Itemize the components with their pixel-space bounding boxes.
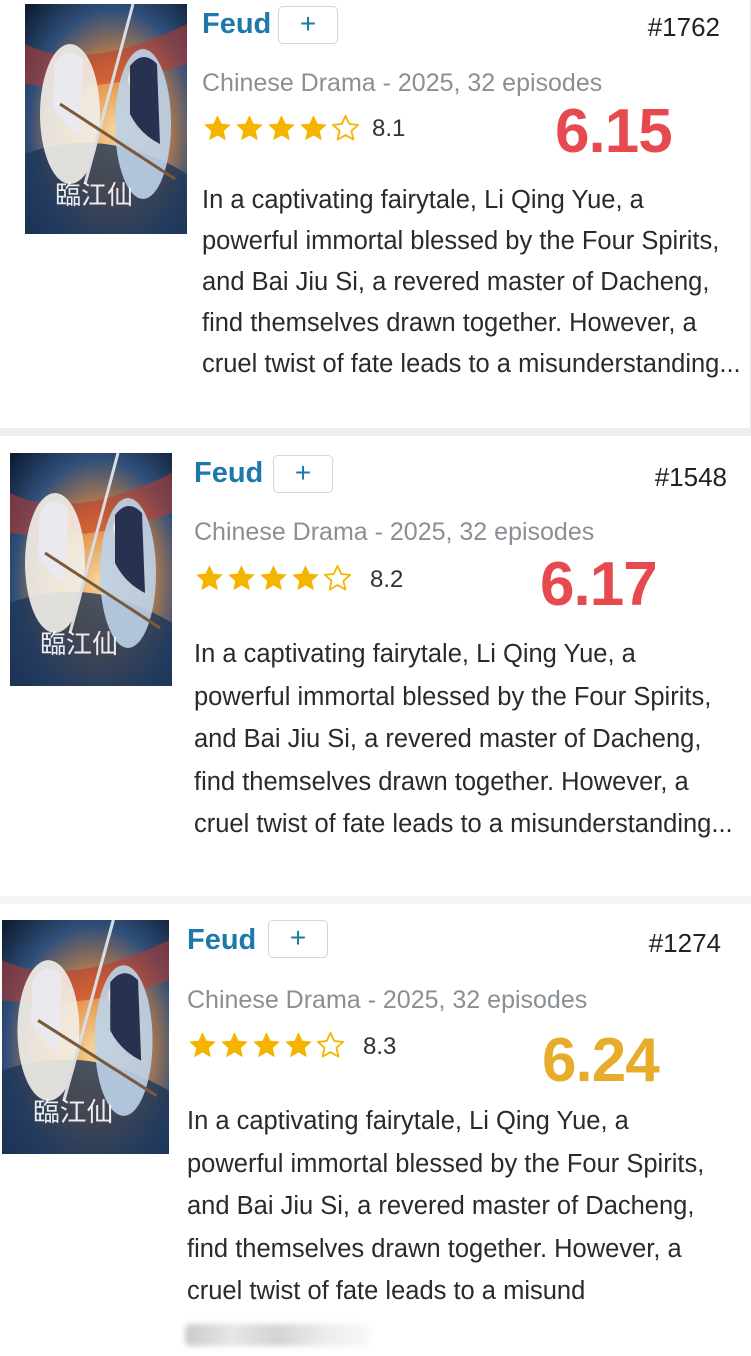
poster-image[interactable]: 臨江仙 bbox=[10, 453, 172, 686]
drama-description: In a captivating fairytale, Li Qing Yue,… bbox=[194, 640, 733, 838]
drama-card: 臨江仙 Feud + #1274 Chinese Drama - 2025, 3… bbox=[0, 904, 751, 1356]
star-empty-icon bbox=[323, 564, 352, 591]
star-filled-icon bbox=[204, 115, 231, 140]
poster-image[interactable]: 臨江仙 bbox=[2, 920, 169, 1154]
blurred-watermark bbox=[185, 1323, 370, 1346]
score-value: 6.15 bbox=[555, 97, 673, 166]
star-filled-icon bbox=[285, 1032, 312, 1057]
drama-card: 臨江仙 Feud + #1548 Chinese Drama - 2025, 3… bbox=[0, 436, 751, 896]
add-to-list-button[interactable]: + bbox=[268, 920, 328, 958]
svg-text:臨江仙: 臨江仙 bbox=[33, 1097, 113, 1127]
drama-meta: Chinese Drama - 2025, 32 episodes bbox=[194, 518, 595, 546]
star-rating bbox=[187, 1030, 346, 1062]
drama-description-tail: misund bbox=[503, 1277, 586, 1305]
rating-value: 8.3 bbox=[363, 1033, 397, 1060]
star-rating bbox=[194, 563, 353, 595]
add-to-list-button[interactable]: + bbox=[273, 455, 333, 493]
rank-label: #1762 bbox=[647, 12, 720, 42]
svg-text:臨江仙: 臨江仙 bbox=[40, 630, 118, 659]
star-filled-icon bbox=[236, 115, 263, 140]
drama-description: In a captivating fairytale, Li Qing Yue,… bbox=[202, 186, 741, 378]
star-filled-icon bbox=[196, 565, 223, 590]
drama-meta: Chinese Drama - 2025, 32 episodes bbox=[187, 986, 588, 1014]
rank-label: #1548 bbox=[654, 462, 727, 492]
svg-text:臨江仙: 臨江仙 bbox=[55, 181, 133, 210]
star-filled-icon bbox=[300, 115, 327, 140]
rank-label: #1274 bbox=[648, 928, 721, 958]
star-filled-icon bbox=[228, 565, 255, 590]
star-filled-icon bbox=[292, 565, 319, 590]
card-separator bbox=[0, 428, 751, 436]
star-filled-icon bbox=[260, 565, 287, 590]
star-empty-icon bbox=[331, 114, 360, 141]
drama-title[interactable]: Feud bbox=[187, 926, 256, 955]
drama-card: 臨江仙 Feud + #1762 Chinese Drama - 2025, 3… bbox=[0, 0, 751, 428]
add-to-list-button[interactable]: + bbox=[278, 6, 338, 44]
score-value: 6.17 bbox=[540, 550, 658, 619]
drama-title[interactable]: Feud bbox=[202, 10, 271, 39]
drama-title[interactable]: Feud bbox=[194, 459, 263, 488]
star-filled-icon bbox=[189, 1032, 216, 1057]
score-value: 6.24 bbox=[542, 1026, 660, 1095]
drama-description-text: In a captivating fairytale, Li Qing Yue,… bbox=[187, 1107, 705, 1305]
drama-description: In a captivating fairytale, Li Qing Yue,… bbox=[185, 1100, 732, 1355]
drama-meta: Chinese Drama - 2025, 32 episodes bbox=[202, 69, 603, 97]
star-rating bbox=[202, 113, 361, 145]
rating-value: 8.2 bbox=[370, 566, 404, 593]
rating-value: 8.1 bbox=[372, 115, 406, 142]
star-filled-icon bbox=[221, 1032, 248, 1057]
star-empty-icon bbox=[316, 1031, 345, 1058]
poster-image[interactable]: 臨江仙 bbox=[25, 4, 187, 234]
star-filled-icon bbox=[253, 1032, 280, 1057]
star-filled-icon bbox=[268, 115, 295, 140]
card-separator bbox=[0, 896, 751, 904]
